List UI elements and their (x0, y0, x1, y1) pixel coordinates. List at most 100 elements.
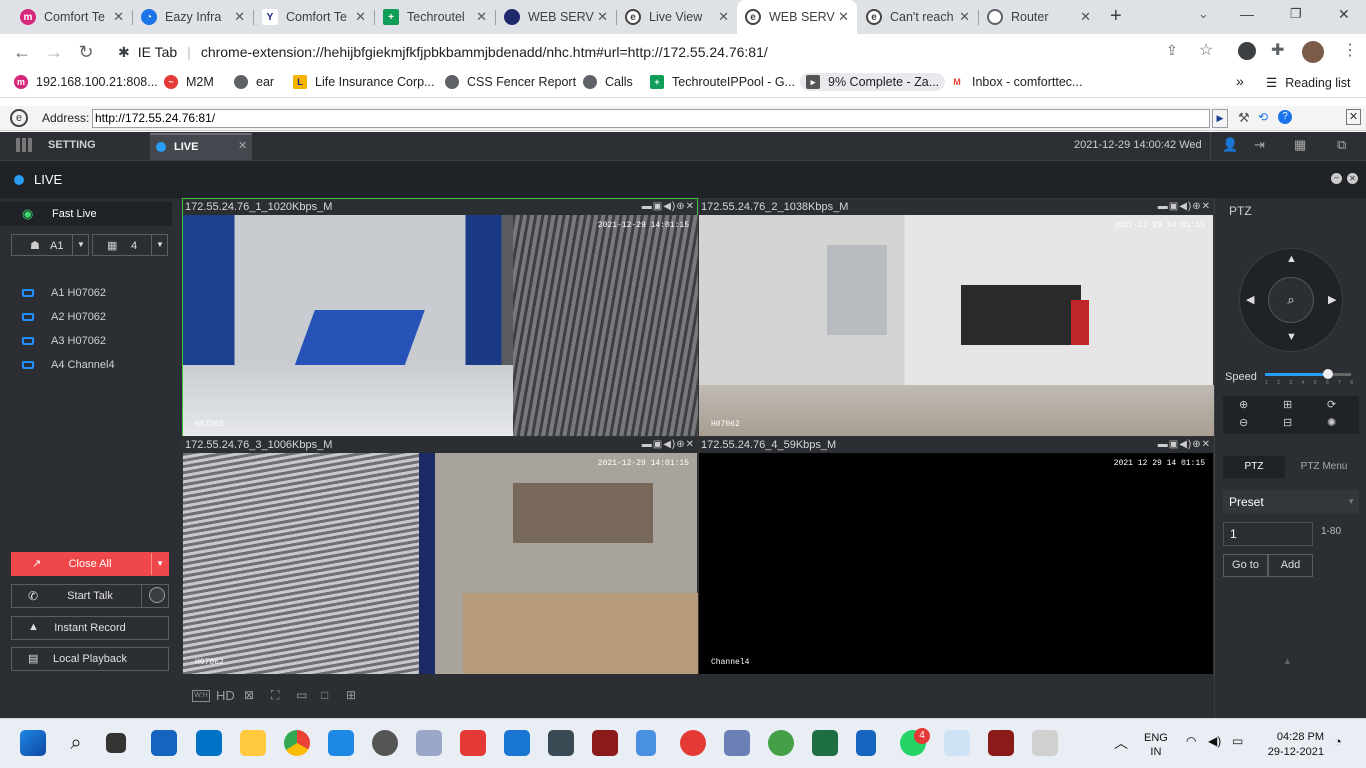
feed-controls-icons[interactable]: ▬▣◀)⊕✕ (642, 199, 695, 215)
preset-select[interactable]: Preset ▼ (1223, 490, 1359, 514)
grid-menu-icon[interactable] (16, 138, 32, 152)
app-gear-icon[interactable] (548, 730, 574, 756)
ie-tools-icon[interactable]: ⚒ (1238, 110, 1250, 126)
local-playback-button[interactable]: ▤ Local Playback (11, 647, 169, 671)
app-red-icon[interactable] (680, 730, 706, 756)
app-76-icon[interactable] (592, 730, 618, 756)
focus-far-icon[interactable]: ⊟ (1283, 416, 1292, 429)
ie-extension-icon[interactable] (1238, 42, 1256, 60)
bookmark-item[interactable]: ~ M2M (164, 75, 214, 89)
speed-slider-thumb[interactable] (1323, 369, 1333, 379)
tab-ptz[interactable]: PTZ (1223, 456, 1285, 478)
task-view-icon[interactable] (106, 733, 126, 753)
fast-live-row[interactable]: ◉ Fast Live (0, 202, 172, 226)
four-split-icon[interactable]: ⊞ (346, 688, 356, 702)
ie-close-icon[interactable]: ✕ (1346, 109, 1361, 125)
close-icon[interactable]: ✕ (1347, 173, 1358, 184)
notepad-icon[interactable] (856, 730, 876, 756)
outlook-icon[interactable] (196, 730, 222, 756)
windows-start-icon[interactable] (20, 730, 46, 756)
tab-close-icon[interactable]: ✕ (959, 9, 970, 25)
ptz-down-icon[interactable]: ▼ (1286, 331, 1297, 343)
extensions-puzzle-icon[interactable]: ✚ (1271, 40, 1284, 60)
start-talk-button[interactable]: ✆ Start Talk ▼ (11, 584, 169, 608)
feed-controls-icons[interactable]: ▬▣◀)⊕✕ (1158, 199, 1211, 215)
tab-close-icon[interactable]: ✕ (476, 9, 487, 25)
tab-close-icon[interactable]: ✕ (355, 9, 366, 25)
new-tab-button[interactable]: + (1110, 5, 1122, 28)
excel-icon[interactable] (812, 730, 838, 756)
restore-icon[interactable]: ❐ (1290, 6, 1302, 22)
zoom-in-icon[interactable]: ⊕ (1239, 398, 1248, 411)
feed-controls-icons[interactable]: ▬▣◀)⊕✕ (1158, 437, 1211, 453)
live-tab[interactable]: LIVE ✕ (150, 133, 252, 160)
goto-button[interactable]: Go to (1223, 554, 1268, 577)
browser-tab-5[interactable]: WEB SERV ✕ (496, 0, 616, 34)
ptz-left-icon[interactable]: ◀ (1246, 293, 1254, 306)
wh-ratio-icon[interactable]: W:H (192, 690, 210, 702)
close-all-button[interactable]: ↗ Close All ▼ (11, 552, 169, 576)
reload-icon[interactable]: ↻ (74, 40, 98, 64)
app-window-icon[interactable] (504, 730, 530, 756)
video-feed-3[interactable]: 172.55.24.76_3_1006Kbps_M ▬▣◀)⊕✕ 2021-12… (182, 436, 699, 674)
feed-controls-icons[interactable]: ▬▣◀)⊕✕ (642, 437, 695, 453)
widgets-icon[interactable] (151, 730, 177, 756)
file-explorer-icon[interactable] (240, 730, 266, 756)
app-chart-icon[interactable] (416, 730, 442, 756)
profile-avatar[interactable] (1302, 41, 1324, 63)
language-indicator[interactable]: ENG IN (1144, 731, 1168, 759)
battery-icon[interactable]: ▭ (1232, 734, 1243, 748)
speed-slider[interactable] (1265, 369, 1351, 379)
app-gray-icon[interactable] (1032, 730, 1058, 756)
ie-address-input[interactable]: http://172.55.24.76:81/ (92, 109, 1210, 128)
browser-tab-3[interactable]: Y Comfort Te ✕ (254, 0, 374, 34)
browser-tab-4[interactable]: + Techroutel ✕ (375, 0, 495, 34)
ptz-direction-pad[interactable]: ▲ ▼ ◀ ▶ ⌕ (1239, 248, 1343, 352)
video-feed-2[interactable]: 172.55.24.76_2_1038Kbps_M ▬▣◀)⊕✕ 2021-12… (698, 198, 1215, 436)
menu-kebab-icon[interactable]: ⋮ (1342, 40, 1358, 60)
tab-close-icon[interactable]: ✕ (597, 9, 608, 25)
tab-close-icon[interactable]: ✕ (113, 9, 124, 25)
browser-tab-9[interactable]: Router ✕ (979, 0, 1099, 34)
search-icon[interactable]: ⌕ (63, 730, 89, 756)
instant-record-button[interactable]: ▲ Instant Record (11, 616, 169, 640)
calculator-icon[interactable] (636, 730, 656, 756)
window-close-icon[interactable]: ✕ (1338, 6, 1350, 23)
ptz-zoom-center-icon[interactable]: ⌕ (1268, 277, 1314, 323)
anydesk-icon[interactable] (460, 730, 486, 756)
video-feed-1[interactable]: 172.55.24.76_1_1020Kbps_M ▬▣◀)⊕✕ 2021-12… (182, 198, 699, 436)
chrome-icon[interactable] (284, 730, 310, 756)
bookmarks-more[interactable]: » (1236, 73, 1244, 89)
wifi-icon[interactable]: ◠ (1186, 734, 1196, 748)
back-icon[interactable]: ← (10, 40, 34, 64)
browser-tab-2[interactable]: ◔ Eazy Infra ✕ (133, 0, 253, 34)
fullscreen-icon[interactable]: ⧉ (1337, 137, 1346, 153)
bookmark-item[interactable]: CSS Fencer Report (445, 75, 576, 89)
app-76b-icon[interactable] (988, 730, 1014, 756)
bookmark-item[interactable]: ear (234, 75, 274, 89)
tab-close-icon[interactable]: ✕ (718, 9, 729, 25)
share-icon[interactable]: ⇪ (1166, 42, 1178, 59)
bookmark-item[interactable]: + TechrouteIPPool - G... (650, 75, 795, 89)
zoom-out-icon[interactable]: ⊖ (1239, 416, 1248, 429)
focus-near-icon[interactable]: ⊞ (1283, 398, 1292, 411)
notification-icon[interactable]: ◔ (1334, 734, 1342, 749)
volume-icon[interactable]: ◀) (1208, 734, 1221, 748)
bookmark-star-icon[interactable]: ☆ (1199, 40, 1213, 60)
hd-button[interactable]: HD (216, 688, 235, 703)
live-tab-close-icon[interactable]: ✕ (238, 139, 247, 152)
collapse-icon[interactable]: – (1331, 173, 1342, 184)
ie-sync-icon[interactable]: ⟲ (1258, 110, 1268, 124)
camera-list-item[interactable]: A1 H07062 (22, 287, 106, 299)
forward-icon[interactable]: → (42, 40, 66, 64)
tab-close-icon[interactable]: ✕ (838, 9, 849, 25)
tray-chevron-up-icon[interactable]: ︿ (1114, 733, 1128, 753)
camera-list-item[interactable]: A4 Channel4 (22, 359, 115, 371)
settings-gear-icon[interactable] (372, 730, 398, 756)
single-split-icon[interactable]: ▭ (296, 688, 307, 702)
ie-go-icon[interactable]: ▶ (1212, 109, 1228, 128)
browser-tab-6[interactable]: e Live View ✕ (617, 0, 737, 34)
bookmark-item[interactable]: m 192.168.100.21:808... (14, 75, 158, 89)
tab-ptz-menu[interactable]: PTZ Menu (1289, 456, 1359, 478)
ie-help-icon[interactable]: ? (1278, 110, 1292, 124)
